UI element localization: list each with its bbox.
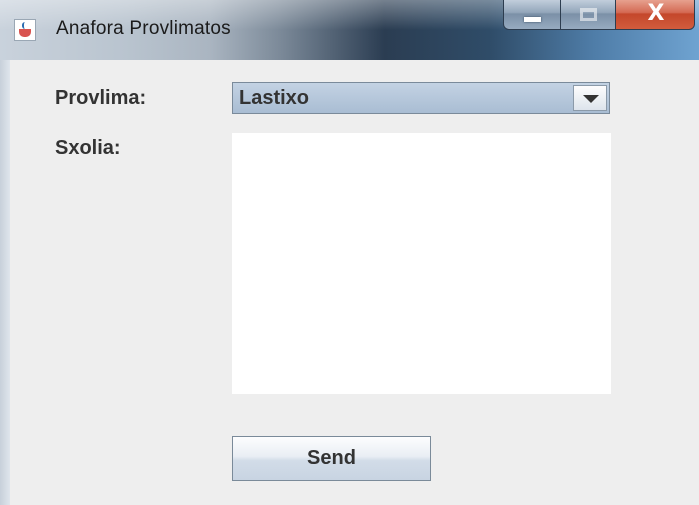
java-cup-shape [19,29,31,37]
report-problem-window: Anafora Provlimatos X Provlima: Lastixo … [0,0,699,505]
form-panel: Provlima: Lastixo Sxolia: Send [10,60,699,505]
maximize-icon [580,8,597,21]
window-controls: X [503,0,695,30]
problem-selected-value: Lastixo [239,87,310,109]
title-bar[interactable]: Anafora Provlimatos X [0,0,699,60]
minimize-button[interactable] [503,0,561,30]
java-cup-icon[interactable] [14,19,36,41]
send-button[interactable]: Send [232,436,431,481]
java-steam-shape [22,22,28,29]
chevron-down-icon [583,95,599,103]
close-button[interactable]: X [615,0,695,30]
problem-dropdown[interactable]: Lastixo [232,82,610,114]
close-icon: X [647,1,665,26]
dropdown-arrow-button[interactable] [573,85,607,111]
window-left-border [0,60,10,505]
maximize-button[interactable] [560,0,616,30]
problem-label: Provlima: [55,87,147,109]
minimize-icon [524,17,541,22]
comments-label: Sxolia: [55,137,121,159]
comments-textarea[interactable] [232,133,611,394]
window-title: Anafora Provlimatos [56,18,231,39]
